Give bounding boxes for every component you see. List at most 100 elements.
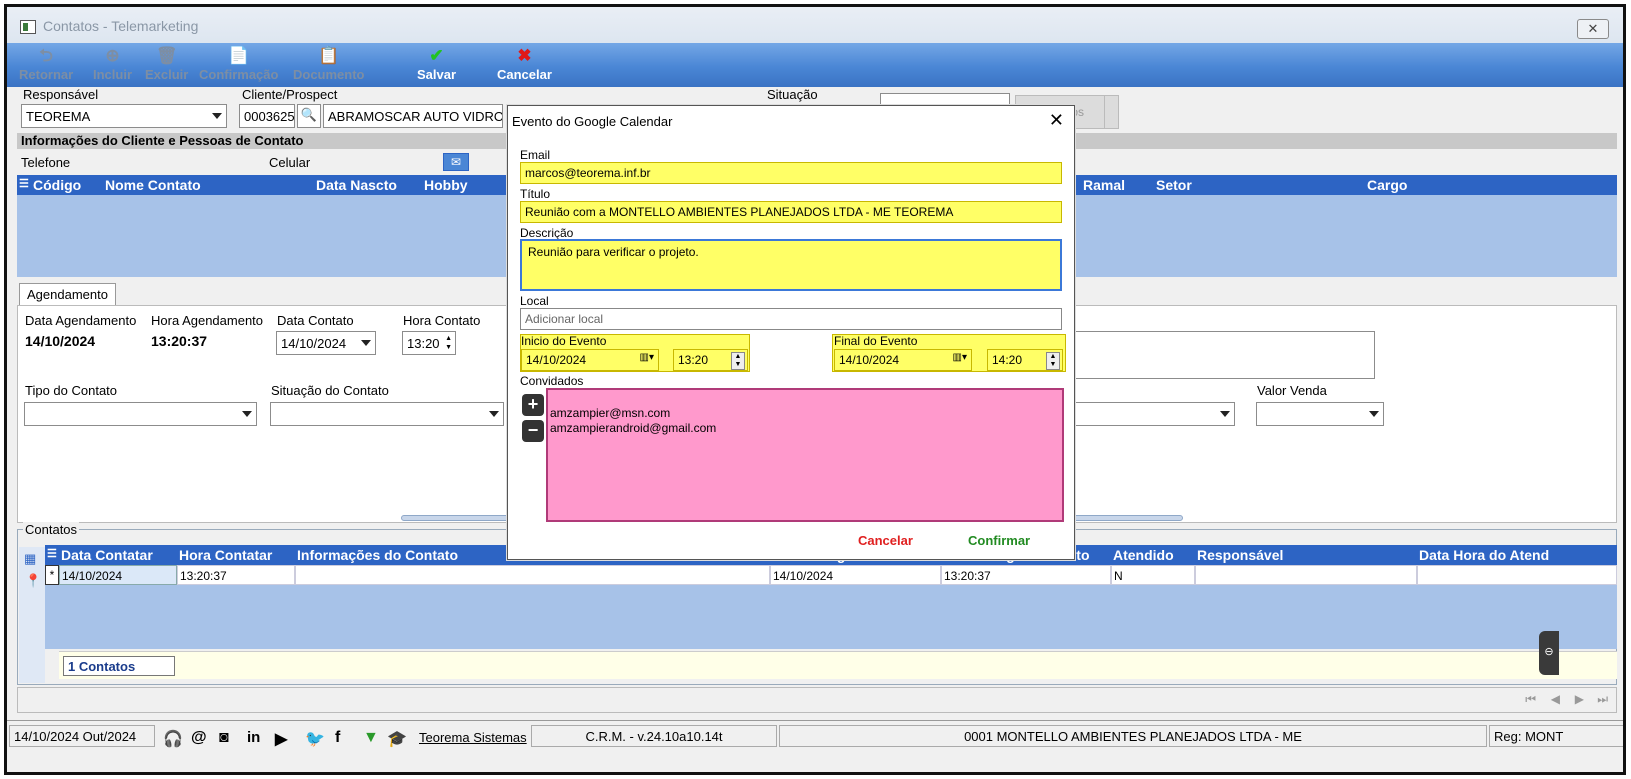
side-tab-icon[interactable]: ⊖ <box>1539 631 1559 675</box>
col-data-nascto[interactable]: Data Nascto <box>316 177 397 193</box>
final-date-input[interactable]: 14/10/2024 ▥▾ <box>834 349 972 371</box>
col-data-hora-atend[interactable]: Data Hora do Atend <box>1419 547 1549 563</box>
cell-atendido[interactable]: N <box>1111 565 1195 585</box>
teorema-logo-icon[interactable]: ▼ <box>363 729 379 747</box>
documento-button[interactable]: 📋 Documento <box>293 45 365 82</box>
notes-box[interactable] <box>1067 331 1375 379</box>
grid-menu-icon[interactable]: ☰ <box>19 177 29 190</box>
excluir-button[interactable]: 🗑 Excluir <box>145 45 188 82</box>
cancelar-button[interactable]: ✖ Cancelar <box>497 45 552 82</box>
search-button[interactable]: 🔍 <box>297 104 321 128</box>
cell-data-hora-atend[interactable] <box>1417 565 1617 585</box>
first-record-icon[interactable]: ⏮ <box>1525 692 1536 707</box>
headset-icon[interactable]: 🎧 <box>163 729 183 749</box>
hora-contato-value: 13:20 <box>407 336 440 351</box>
calendar-dropdown-icon[interactable]: ▥▾ <box>953 352 967 363</box>
calendar-dropdown-icon[interactable]: ▥▾ <box>640 352 654 363</box>
documento-label: Documento <box>293 67 365 82</box>
retornar-button[interactable]: ⮌ Retornar <box>19 45 73 82</box>
col-codigo[interactable]: Código <box>33 177 81 193</box>
tipo-contato-select[interactable] <box>24 402 257 426</box>
facebook-icon[interactable]: f <box>335 729 340 747</box>
dialog-cancel-button[interactable]: Cancelar <box>858 533 913 548</box>
window-close-button[interactable]: ✕ <box>1577 19 1609 39</box>
col-nome-contato[interactable]: Nome Contato <box>105 177 201 193</box>
salvar-button[interactable]: ✔ Salvar <box>417 45 456 82</box>
data-contato-input[interactable]: 14/10/2024 <box>276 331 376 355</box>
cell-data-agendamento[interactable]: 14/10/2024 <box>770 565 941 585</box>
remove-guest-button[interactable]: − <box>522 420 544 442</box>
instagram-icon[interactable]: ◙ <box>219 729 229 747</box>
chevron-down-icon <box>212 113 222 119</box>
incluir-button[interactable]: ⊕ Incluir <box>93 45 132 82</box>
col-responsavel[interactable]: Responsável <box>1197 547 1283 563</box>
grid-menu-icon[interactable]: ☰ <box>47 547 57 560</box>
app-icon <box>20 20 36 34</box>
list-item[interactable]: amzampierandroid@gmail.com <box>550 421 1060 436</box>
chevron-down-icon <box>489 411 499 417</box>
situacao-contato-select[interactable] <box>270 402 504 426</box>
splitter-handle[interactable] <box>401 515 511 521</box>
teorema-link[interactable]: Teorema Sistemas <box>419 730 527 745</box>
col-setor[interactable]: Setor <box>1156 177 1192 193</box>
linkedin-icon[interactable]: in <box>247 729 260 746</box>
document-icon: 📋 <box>318 46 340 65</box>
col-ramal[interactable]: Ramal <box>1083 177 1125 193</box>
responsavel-value: TEOREMA <box>26 109 91 124</box>
youtube-icon[interactable]: ▶ <box>275 729 287 749</box>
twitter-icon[interactable]: 🐦 <box>305 729 325 749</box>
next-record-icon[interactable]: ▶ <box>1575 692 1584 706</box>
chevron-down-icon <box>1369 411 1379 417</box>
last-record-icon[interactable]: ⏭ <box>1597 692 1608 707</box>
cell-info[interactable] <box>295 565 770 585</box>
navigator-bar: ⏮ ◀ ▶ ⏭ <box>17 687 1617 713</box>
valor-venda-select[interactable] <box>1256 402 1384 426</box>
cell-hora-contatar[interactable]: 13:20:37 <box>177 565 295 585</box>
inicio-date-input[interactable]: 14/10/2024 ▥▾ <box>521 349 659 371</box>
window-title: Contatos - Telemarketing <box>43 18 199 34</box>
cliente-code-input[interactable]: 0003625 <box>239 104 295 128</box>
col-atendido[interactable]: Atendido <box>1113 547 1174 563</box>
previous-record-icon[interactable]: ◀ <box>1551 692 1560 706</box>
local-field[interactable]: Adicionar local <box>520 308 1062 330</box>
email-label: Email <box>520 148 551 162</box>
descricao-field[interactable]: Reunião para verificar o projeto. <box>520 239 1062 291</box>
tab-agendamento[interactable]: Agendamento <box>19 283 116 305</box>
email-field[interactable]: marcos@teorema.inf.br <box>520 162 1062 184</box>
extra-select[interactable] <box>1067 402 1235 426</box>
time-spin-icon[interactable]: ▲ ▼ <box>731 352 745 370</box>
descricao-label: Descrição <box>520 226 574 240</box>
contatos-title: Contatos <box>23 522 80 537</box>
time-spin-icon[interactable]: ▲ ▼ <box>1046 352 1060 370</box>
table-row[interactable]: * 14/10/2024 13:20:37 14/10/2024 13:20:3… <box>45 565 1617 585</box>
col-hobby[interactable]: Hobby <box>424 177 468 193</box>
cell-horario-agendamento[interactable]: 13:20:37 <box>941 565 1111 585</box>
cell-responsavel[interactable] <box>1195 565 1417 585</box>
inicio-time-input[interactable]: 13:20 ▲ ▼ <box>673 349 748 371</box>
final-time-input[interactable]: 14:20 ▲ ▼ <box>987 349 1063 371</box>
col-data-contatar[interactable]: Data Contatar <box>61 547 153 563</box>
cliente-label: Cliente/Prospect <box>242 87 338 102</box>
col-informacoes[interactable]: Informações do Contato <box>297 547 458 563</box>
guests-list[interactable]: amzampier@msn.com amzampierandroid@gmail… <box>546 388 1064 522</box>
graduation-cap-icon[interactable]: 🎓 <box>387 729 407 749</box>
at-icon[interactable]: @ <box>191 729 207 747</box>
responsavel-select[interactable]: TEOREMA <box>21 104 227 128</box>
tipo-contato-label: Tipo do Contato <box>25 383 118 398</box>
list-item[interactable]: amzampier@msn.com <box>550 406 1060 421</box>
splitter-handle[interactable] <box>1073 515 1183 521</box>
spin-icon[interactable]: ▲ ▼ <box>445 334 452 352</box>
confirmacao-button[interactable]: 📄 Confirmação <box>199 45 278 82</box>
titulo-field[interactable]: Reunião com a MONTELLO AMBIENTES PLANEJA… <box>520 201 1062 223</box>
add-guest-button[interactable]: + <box>522 394 544 416</box>
hora-contato-input[interactable]: 13:20 ▲ ▼ <box>402 331 456 355</box>
dialog-close-button[interactable]: ✕ <box>1049 110 1064 131</box>
col-hora-contatar[interactable]: Hora Contatar <box>179 547 272 563</box>
grid-icon[interactable]: ▦ <box>24 551 36 567</box>
col-cargo[interactable]: Cargo <box>1367 177 1407 193</box>
cell-data-contatar[interactable]: 14/10/2024 <box>59 565 177 585</box>
dialog-confirm-button[interactable]: Confirmar <box>968 533 1030 548</box>
cliente-name-input[interactable]: ABRAMOSCAR AUTO VIDROS <box>323 104 503 128</box>
map-pin-icon[interactable]: 📍 <box>25 573 41 589</box>
email-button[interactable]: ✉ <box>443 153 469 171</box>
